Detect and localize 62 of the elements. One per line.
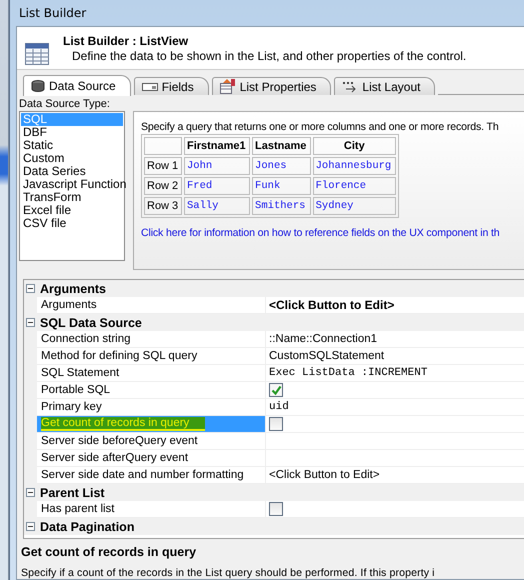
data-source-type-label: Data Source Type:: [19, 98, 111, 110]
list-item[interactable]: TransForm: [21, 191, 123, 204]
category-title: Parent List: [40, 486, 105, 500]
info-link[interactable]: Click here for information on how to reference fields on the UX component in th: [141, 227, 524, 239]
intro-text: Specify a query that returns one or more columns and one or more records. Th: [141, 121, 500, 133]
table-cell: Fred: [184, 177, 250, 195]
property-value: uid: [269, 401, 289, 413]
category-title: Data Pagination: [40, 520, 134, 534]
property-value: <Click Button to Edit>: [269, 469, 380, 481]
tab[interactable]: List Layout: [334, 77, 436, 95]
row-label: Row 2: [144, 177, 182, 195]
property-label[interactable]: SQL Statement: [37, 365, 266, 382]
property-label[interactable]: Server side beforeQuery event: [37, 433, 266, 450]
list-item[interactable]: DBF: [21, 126, 123, 139]
column-header: City: [312, 137, 396, 155]
category-title: SQL Data Source: [40, 316, 142, 330]
layout-arrow-icon: [342, 80, 358, 92]
column-header: Firstname1: [184, 137, 250, 155]
checkbox[interactable]: [269, 383, 283, 397]
window-title: List Builder: [19, 6, 86, 20]
checkbox[interactable]: [269, 502, 283, 516]
property-label[interactable]: Connection string: [37, 331, 266, 348]
tab[interactable]: Data Source: [23, 75, 131, 96]
column-header: Lastname: [252, 137, 311, 155]
tab[interactable]: Fields: [134, 77, 209, 95]
list-item[interactable]: Custom: [21, 152, 123, 165]
collapse-toggle-icon[interactable]: [26, 318, 35, 327]
table-cell: Florence: [312, 177, 396, 195]
row-label: Row 1: [144, 157, 182, 175]
help-text: Specify if a count of the records in the List query should be performed. If this property i: [21, 567, 436, 579]
text-field-icon: [142, 82, 158, 92]
header-title: List Builder : ListView: [63, 34, 190, 48]
category-title: Arguments: [40, 282, 106, 296]
table-cell: John: [184, 157, 250, 175]
property-value: Exec ListData :INCREMENT: [269, 367, 428, 379]
table-cell: Jones: [252, 157, 311, 175]
property-value: ::Name::Connection1: [269, 333, 378, 345]
property-value: CustomSQLStatement: [269, 350, 384, 362]
collapse-toggle-icon[interactable]: [26, 488, 35, 497]
table-cell: Funk: [252, 177, 311, 195]
list-item[interactable]: CSV file: [21, 217, 123, 230]
list-item[interactable]: Excel file: [21, 204, 123, 217]
properties-icon: [220, 79, 236, 94]
property-label[interactable]: Method for defining SQL query: [37, 348, 266, 365]
database-icon: [31, 80, 45, 92]
property-label[interactable]: Portable SQL: [37, 382, 266, 399]
header-description: Define the data to be shown in the List, and other properties of the control.: [72, 49, 466, 63]
table-cell: Sally: [184, 197, 250, 215]
list-item[interactable]: Static: [21, 139, 123, 152]
property-label[interactable]: Server side afterQuery event: [37, 450, 266, 467]
property-value: <Click Button to Edit>: [269, 298, 394, 312]
table-cell: Johannesburg: [312, 157, 396, 175]
checkbox[interactable]: [269, 417, 283, 431]
help-title: Get count of records in query: [21, 545, 198, 559]
tab[interactable]: List Properties: [212, 77, 332, 95]
table-cell: Sydney: [312, 197, 396, 215]
row-label: Row 3: [144, 197, 182, 215]
collapse-toggle-icon[interactable]: [26, 284, 35, 293]
collapse-toggle-icon[interactable]: [26, 522, 35, 531]
list-item[interactable]: Data Series: [21, 165, 123, 178]
table-cell: Smithers: [252, 197, 311, 215]
table-grid-icon: [25, 43, 49, 65]
